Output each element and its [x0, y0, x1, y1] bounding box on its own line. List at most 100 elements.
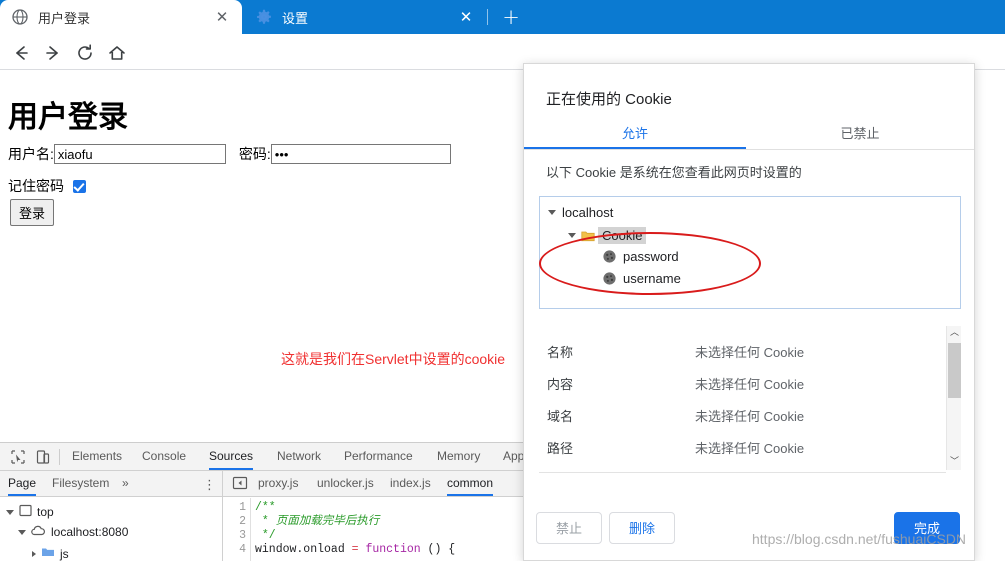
close-icon[interactable]: ✕	[458, 9, 474, 25]
cookie-tree-label: localhost	[562, 205, 614, 220]
toolbar-divider	[59, 449, 60, 465]
cookies-in-use-dialog: 正在使用的 Cookie 允许 已禁止 以下 Cookie 是系统在您查看此网页…	[523, 63, 975, 561]
code-token: () {	[420, 543, 456, 556]
forward-button[interactable]	[42, 42, 64, 64]
cookie-tree[interactable]: localhost Cookie password username	[539, 196, 961, 309]
detail-key: 路径	[547, 441, 574, 456]
cookie-tree-item-password[interactable]: password	[602, 249, 679, 264]
devtools-tab-elements[interactable]: Elements	[72, 443, 122, 470]
line-number: 4	[239, 543, 246, 556]
gear-icon	[256, 9, 272, 25]
line-number: 3	[239, 529, 246, 542]
dialog-tab-allowed[interactable]: 允许	[524, 118, 746, 149]
frame-icon	[19, 504, 32, 520]
chevron-down-icon[interactable]	[548, 210, 556, 215]
password-input[interactable]	[270, 144, 451, 164]
chevron-down-icon[interactable]	[568, 233, 576, 238]
collapse-sidebar-icon[interactable]	[232, 475, 248, 491]
browser-tab-title-0: 用户登录	[38, 10, 91, 26]
remember-password-label: 记住密码	[8, 178, 64, 194]
file-tab-common[interactable]: common	[447, 471, 494, 496]
more-options-icon[interactable]: ⋮	[203, 477, 216, 493]
done-button[interactable]: 完成	[894, 512, 960, 544]
block-button[interactable]: 禁止	[536, 512, 602, 544]
detail-value: 未选择任何 Cookie	[695, 377, 805, 392]
code-gutter: 1 2 3 4	[223, 498, 251, 561]
code-token: =	[351, 543, 359, 556]
detail-key: 名称	[547, 345, 574, 360]
cookie-detail-row: 域名 未选择任何 Cookie	[547, 406, 947, 438]
devtools-tabbar: Elements Console Sources Network Perform…	[0, 443, 523, 471]
detail-value: 未选择任何 Cookie	[695, 441, 805, 456]
detail-value: 未选择任何 Cookie	[695, 409, 805, 424]
inspect-element-icon[interactable]	[10, 449, 26, 465]
devtools-panel: Elements Console Sources Network Perform…	[0, 442, 523, 561]
dialog-tab-blocked[interactable]: 已禁止	[746, 118, 974, 149]
remember-password-row[interactable]: 记住密码	[8, 176, 86, 196]
login-button[interactable]: 登录	[10, 199, 55, 226]
devtools-tab-network[interactable]: Network	[277, 443, 321, 470]
username-input[interactable]	[53, 144, 226, 164]
tab-divider	[487, 9, 488, 25]
code-token: /**	[255, 501, 276, 514]
file-tab-proxy-js[interactable]: proxy.js	[258, 471, 298, 496]
reload-button[interactable]	[74, 42, 96, 64]
devtools-tab-console[interactable]: Console	[142, 443, 186, 470]
chevron-right-icon[interactable]	[32, 550, 36, 557]
devtools-code-editor[interactable]: 1 2 3 4 /** * 页面加载完毕后执行 */window.onload …	[223, 498, 523, 561]
dialog-title: 正在使用的 Cookie	[546, 91, 672, 108]
cookie-detail-row: 内容 未选择任何 Cookie	[547, 374, 947, 406]
cookie-tree-item-localhost[interactable]: localhost	[548, 205, 613, 220]
code-lines[interactable]: /** * 页面加载完毕后执行 */window.onload = functi…	[255, 501, 523, 557]
device-toolbar-icon[interactable]	[35, 449, 51, 465]
code-token: *	[255, 515, 276, 528]
cookie-annotation-text: 这就是我们在Servlet中设置的cookie	[281, 351, 506, 367]
browser-tab-1[interactable]: 设置 ✕	[244, 0, 486, 34]
scroll-down-icon[interactable]: ﹀	[947, 455, 961, 470]
cookie-tree-item-username[interactable]: username	[602, 271, 681, 286]
cloud-icon	[31, 524, 46, 540]
code-line: /**	[255, 501, 523, 515]
navigator-more-tabs-icon[interactable]: »	[122, 471, 129, 496]
close-icon[interactable]: ✕	[214, 9, 230, 25]
browser-tabstrip: 用户登录 ✕ 设置 ✕ +	[0, 0, 1005, 34]
code-token: */	[255, 529, 276, 542]
cookie-tree-item-cookie-folder[interactable]: Cookie	[568, 227, 647, 244]
cookie-icon	[602, 249, 617, 264]
details-scrollbar[interactable]: ︿ ﹀	[946, 326, 961, 470]
tree-item-js[interactable]: js	[32, 546, 69, 561]
navigator-tab-page[interactable]: Page	[8, 471, 37, 496]
cookie-detail-row: 路径 未选择任何 Cookie	[547, 438, 947, 470]
username-label: 用户名:	[8, 146, 54, 162]
dialog-actions: 禁止 删除 完成	[524, 512, 974, 561]
code-line: window.onload = function () {	[255, 543, 523, 557]
tree-item-localhost[interactable]: localhost:8080	[18, 524, 128, 540]
details-divider	[539, 472, 946, 473]
devtools-tab-memory[interactable]: Memory	[437, 443, 480, 470]
tree-item-top[interactable]: top	[6, 504, 54, 520]
code-line: */	[255, 529, 523, 543]
devtools-tab-sources[interactable]: Sources	[209, 443, 254, 470]
scroll-up-icon[interactable]: ︿	[947, 326, 961, 341]
detail-key: 域名	[547, 409, 574, 424]
file-tab-unlocker-js[interactable]: unlocker.js	[317, 471, 374, 496]
back-button[interactable]	[10, 42, 32, 64]
cookie-detail-row: 名称 未选择任何 Cookie	[547, 342, 947, 374]
chevron-down-icon[interactable]	[18, 529, 26, 535]
file-tab-index-js[interactable]: index.js	[390, 471, 431, 496]
home-button[interactable]	[106, 42, 128, 64]
browser-tab-0[interactable]: 用户登录 ✕	[0, 0, 242, 34]
devtools-tab-application[interactable]: App	[503, 443, 523, 470]
remember-password-checkbox[interactable]	[73, 179, 86, 193]
devtools-tab-performance[interactable]: Performance	[344, 443, 413, 470]
line-number: 2	[239, 515, 246, 528]
new-tab-button[interactable]: +	[500, 7, 522, 29]
page-title: 用户登录	[8, 101, 128, 134]
remove-button[interactable]: 删除	[609, 512, 675, 544]
login-form-row: 用户名: 密码:	[8, 144, 451, 164]
scrollbar-thumb[interactable]	[948, 343, 961, 398]
code-token: window.onload	[255, 543, 352, 556]
cookie-icon	[602, 271, 617, 286]
chevron-down-icon[interactable]	[6, 509, 14, 515]
navigator-tab-filesystem[interactable]: Filesystem	[52, 471, 109, 496]
